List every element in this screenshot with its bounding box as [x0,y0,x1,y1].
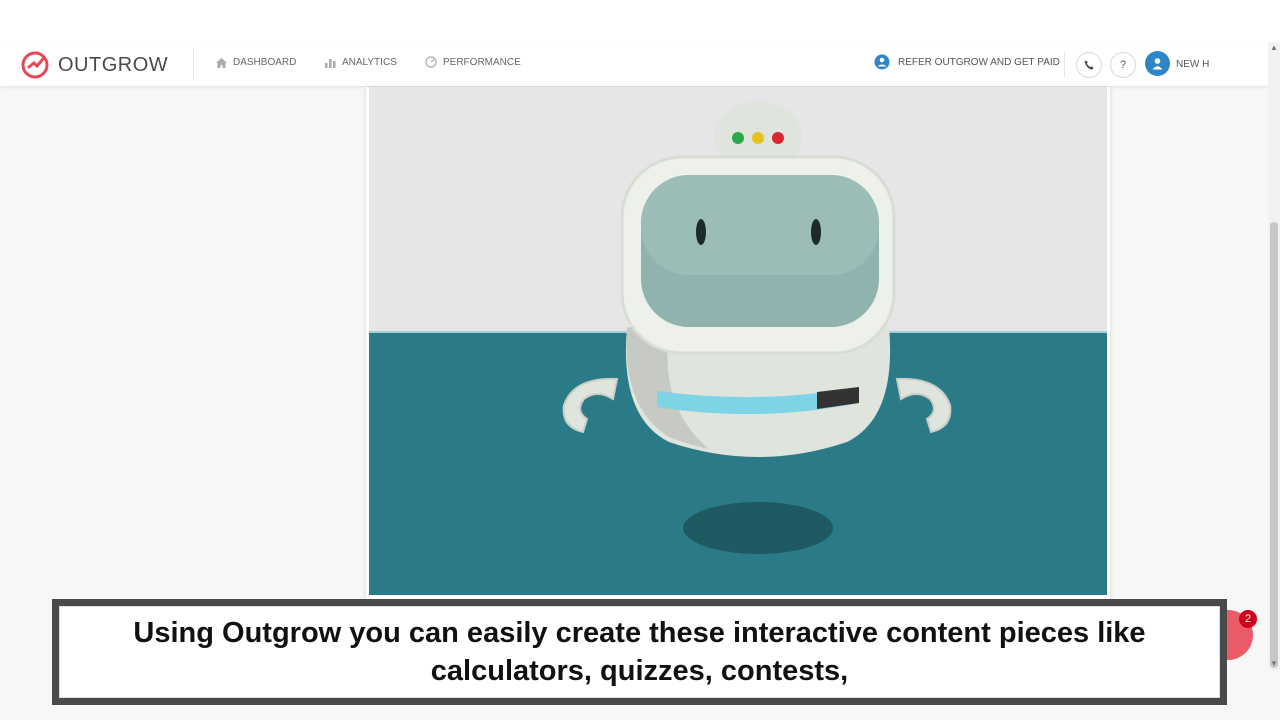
nav-performance-label: PERFORMANCE [443,56,521,68]
avatar[interactable] [1145,51,1170,76]
nav-divider-right [1064,52,1065,78]
nav-performance[interactable]: PERFORMANCE [425,56,521,68]
caption-text: Using Outgrow you can easily create thes… [133,617,1146,687]
help-button[interactable]: ? [1110,52,1136,78]
user-name[interactable]: NEW H [1176,59,1209,70]
subtitle-caption: Using Outgrow you can easily create thes… [52,599,1227,705]
scrollbar-thumb[interactable] [1270,222,1278,668]
chat-badge: 2 [1239,610,1257,628]
user-icon [1152,58,1163,70]
outgrow-logo-icon [21,51,49,79]
refer-label: REFER OUTGROW AND GET PAID [898,56,1060,68]
nav-analytics-label: ANALYTICS [342,57,397,68]
nav-analytics[interactable]: ANALYTICS [325,57,397,68]
logo-text: OUTGROW [58,53,169,76]
home-icon [216,57,227,68]
refer-icon [874,54,890,70]
refer-link[interactable]: REFER OUTGROW AND GET PAID [874,54,1060,70]
video-frame[interactable] [369,87,1107,595]
nav-divider [193,48,194,80]
video-card[interactable] [366,87,1110,609]
bar-chart-icon [325,58,336,68]
robot-illustration [369,87,1107,595]
phone-button[interactable] [1076,52,1102,78]
nav-dashboard-label: DASHBOARD [233,57,297,68]
scroll-down-arrow[interactable]: ▼ [1270,660,1278,668]
logo[interactable]: OUTGROW [20,50,168,80]
phone-icon [1084,60,1094,70]
question-icon: ? [1119,59,1127,71]
top-navbar: OUTGROW DASHBOARD ANALYTICS PERFORMANCE … [0,42,1268,87]
nav-dashboard[interactable]: DASHBOARD [216,57,296,68]
gauge-icon [425,56,437,68]
scroll-up-arrow[interactable]: ▲ [1270,44,1278,52]
top-blank-strip [0,0,1280,42]
